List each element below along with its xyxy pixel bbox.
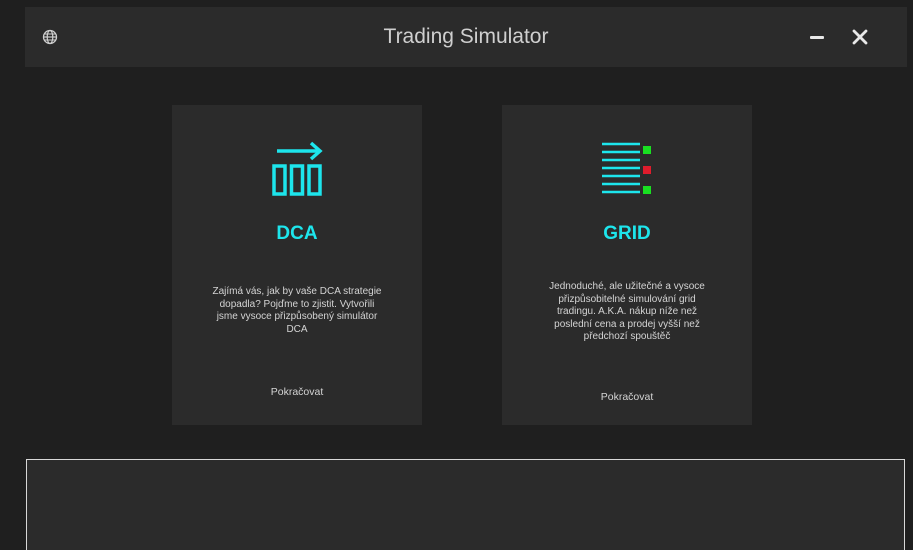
- close-button[interactable]: [849, 26, 871, 48]
- dca-card-title: DCA: [276, 223, 318, 244]
- dca-continue-link[interactable]: Pokračovat: [172, 386, 422, 398]
- grid-lines-icon: [602, 142, 651, 194]
- dca-card[interactable]: DCA Zajímá vás, jak by vaše DCA strategi…: [172, 105, 422, 425]
- bottom-panel: [26, 459, 905, 550]
- dca-arrow-boxes-icon: [272, 141, 323, 196]
- grid-card-title: GRID: [603, 223, 651, 244]
- grid-card[interactable]: GRID Jednoduché, ale užitečné a vysoce p…: [502, 105, 752, 425]
- grid-card-description: Jednoduché, ale užitečné a vysoce přizpů…: [549, 281, 705, 342]
- grid-continue-link[interactable]: Pokračovat: [502, 391, 752, 403]
- title-bar[interactable]: Trading Simulator: [25, 7, 907, 67]
- close-icon: [852, 29, 868, 45]
- dca-card-description: Zajímá vás, jak by vaše DCA strategie do…: [212, 286, 382, 335]
- minimize-icon: [810, 36, 824, 39]
- app-window: Trading Simulator DCA Zajímá vás, jak by…: [0, 0, 913, 550]
- minimize-button[interactable]: [806, 26, 828, 48]
- window-title: Trading Simulator: [383, 25, 549, 48]
